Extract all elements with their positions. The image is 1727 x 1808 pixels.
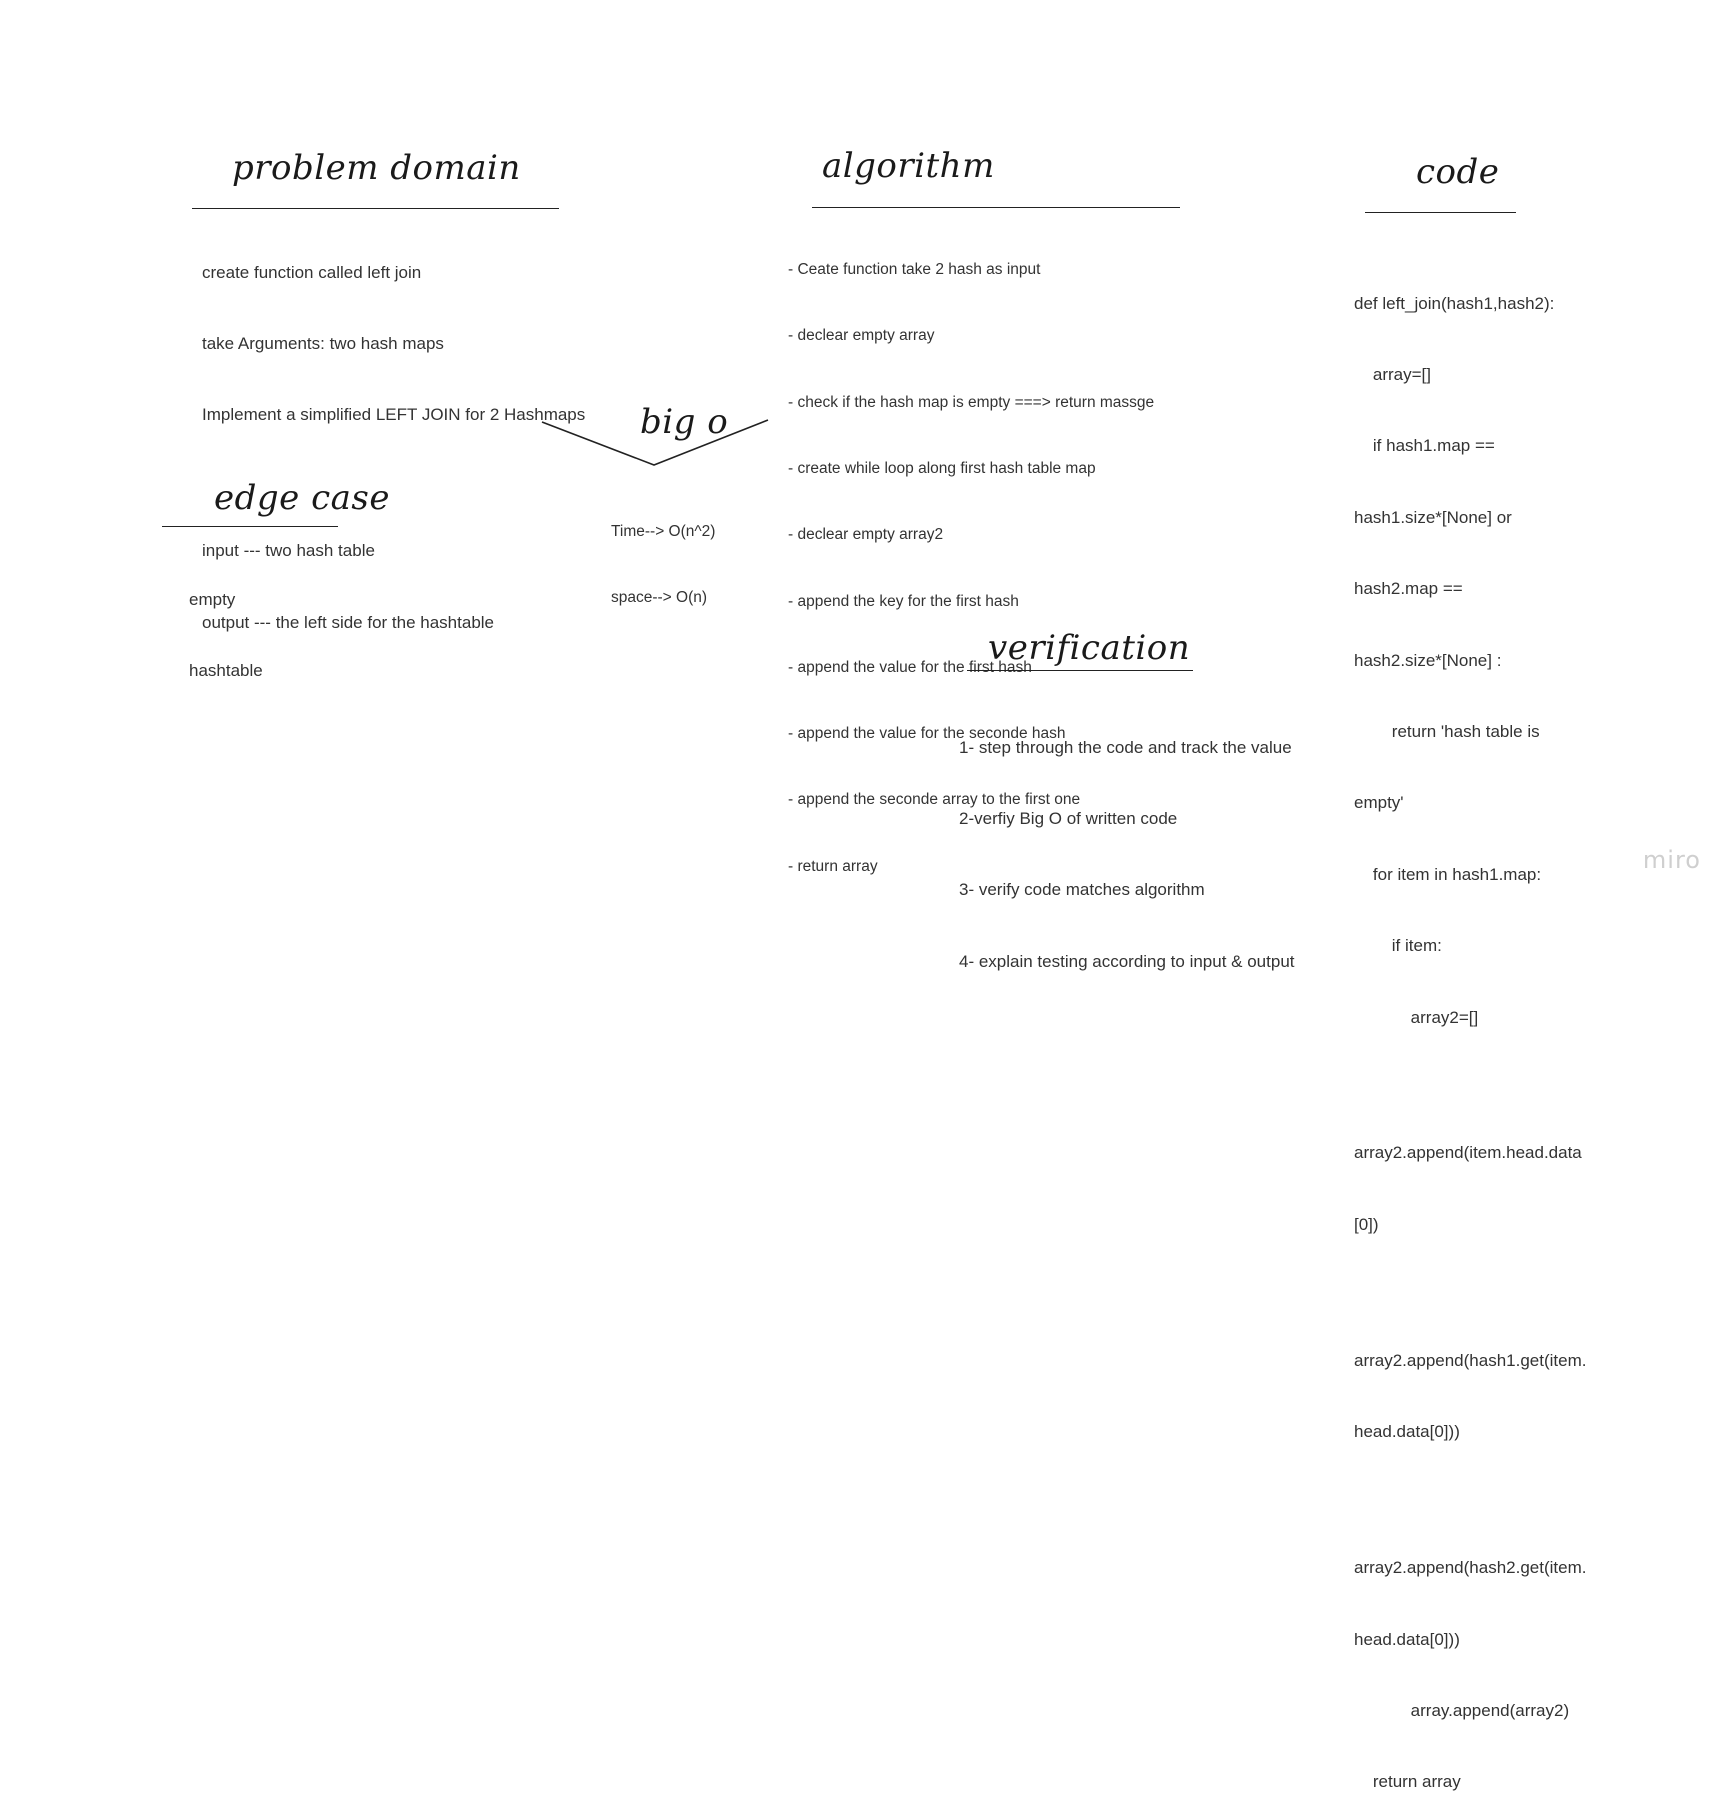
verification-step: 4- explain testing according to input & …	[959, 951, 1295, 971]
verification-text: 1- step through the code and track the v…	[959, 688, 1295, 1021]
big-o-text: Time--> O(n^2) space--> O(n)	[611, 477, 715, 654]
code-line: array.append(array2)	[1354, 1701, 1570, 1721]
miro-watermark: miro	[1642, 846, 1701, 874]
code-line: array2.append(hash2.get(item.	[1354, 1558, 1587, 1578]
verification-step: 3- verify code matches algorithm	[959, 880, 1205, 900]
code-line: array2=[]	[1354, 1007, 1479, 1027]
code-line: if item:	[1354, 936, 1442, 956]
big-o-heading: big o	[640, 402, 729, 442]
code-line: head.data[0]))	[1354, 1629, 1460, 1649]
verification-step: 2-verfiy Big O of written code	[959, 808, 1178, 828]
big-o-line: space--> O(n)	[611, 589, 708, 607]
code-line: array2.append(hash1.get(item.	[1354, 1350, 1587, 1370]
verification-heading: verification	[988, 628, 1191, 668]
code-line: return array	[1354, 1772, 1461, 1792]
verification-step: 1- step through the code and track the v…	[959, 737, 1292, 757]
code-line: head.data[0]))	[1354, 1422, 1460, 1442]
code-line: array2.append(item.head.data	[1354, 1143, 1582, 1163]
edge-case-line: empty	[189, 589, 236, 609]
whiteboard-canvas: problem domain create function called le…	[0, 0, 1727, 1791]
big-o-line: Time--> O(n^2)	[611, 523, 716, 541]
big-o-chevron	[541, 419, 769, 466]
verification-underline	[967, 670, 1193, 671]
edge-case-line: hashtable	[189, 660, 263, 680]
edge-case-text: empty hashtable	[189, 540, 263, 730]
code-line: [0])	[1354, 1214, 1379, 1234]
edge-case-heading: edge case	[214, 478, 390, 518]
edge-case-underline	[162, 526, 338, 527]
